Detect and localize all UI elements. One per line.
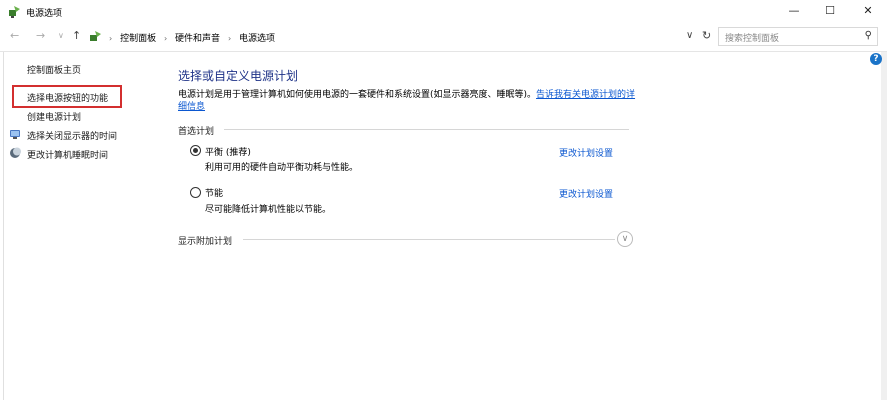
breadcrumb: › 控制面板 › 硬件和声音 › 电源选项 — [104, 31, 275, 44]
power-options-icon — [9, 6, 20, 18]
description-text: 电源计划是用于管理计算机如何使用电源的一套硬件和系统设置(如显示器亮度、睡眠等)… — [178, 90, 537, 100]
sidebar-item-home[interactable]: 控制面板主页 — [27, 63, 81, 76]
divider — [224, 129, 629, 130]
pane-border — [3, 52, 4, 400]
minimize-button[interactable]: — — [775, 0, 813, 24]
breadcrumb-control-panel[interactable]: 控制面板 — [120, 34, 156, 44]
scrollbar[interactable] — [881, 52, 887, 400]
chevron-right-icon[interactable]: › — [164, 34, 167, 43]
title-bar: 电源选项 — ☐ ✕ — [0, 0, 887, 24]
change-plan-settings-link[interactable]: 更改计划设置 — [559, 187, 613, 200]
plan-desc-power-saver: 尽可能降低计算机性能以节能。 — [205, 205, 332, 215]
page-description: 电源计划是用于管理计算机如何使用电源的一套硬件和系统设置(如显示器亮度、睡眠等)… — [178, 89, 638, 113]
divider — [0, 51, 887, 52]
sidebar-item-create-plan[interactable]: 创建电源计划 — [27, 110, 81, 123]
search-input[interactable]: 搜索控制面板 ⚲ — [718, 27, 878, 46]
recent-locations-chevron-icon[interactable]: ∨ — [58, 31, 64, 40]
chevron-right-icon[interactable]: › — [228, 34, 231, 43]
chevron-right-icon: › — [109, 34, 113, 43]
page-title: 选择或自定义电源计划 — [178, 69, 299, 83]
up-arrow-icon[interactable]: ↑ — [72, 29, 81, 42]
breadcrumb-power-options[interactable]: 电源选项 — [239, 34, 275, 44]
plan-radio-power-saver[interactable] — [190, 187, 201, 198]
monitor-icon — [10, 130, 20, 139]
moon-icon — [10, 147, 21, 158]
refresh-icon[interactable]: ↻ — [702, 29, 711, 42]
show-additional-plans-header[interactable]: 显示附加计划 — [178, 234, 232, 247]
forward-arrow-icon[interactable]: → — [36, 29, 45, 42]
address-dropdown-chevron-icon[interactable]: ∨ — [686, 30, 693, 41]
back-arrow-icon[interactable]: ← — [10, 29, 19, 42]
close-button[interactable]: ✕ — [849, 0, 887, 24]
maximize-button[interactable]: ☐ — [811, 0, 849, 24]
expand-chevron-icon[interactable]: ∨ — [617, 231, 633, 247]
divider — [243, 239, 615, 240]
control-panel-icon — [90, 31, 101, 41]
sidebar-item-sleep-time[interactable]: 更改计算机睡眠时间 — [27, 148, 108, 161]
plan-desc-balanced: 利用可用的硬件自动平衡功耗与性能。 — [205, 163, 359, 173]
breadcrumb-hardware-sound[interactable]: 硬件和声音 — [175, 34, 220, 44]
search-icon[interactable]: ⚲ — [865, 30, 872, 41]
sidebar-item-display-off[interactable]: 选择关闭显示器的时间 — [27, 129, 117, 142]
plan-name-balanced[interactable]: 平衡 (推荐) — [205, 145, 251, 158]
sidebar-item-power-buttons[interactable]: 选择电源按钮的功能 — [27, 91, 108, 104]
change-plan-settings-link[interactable]: 更改计划设置 — [559, 146, 613, 159]
plan-name-power-saver[interactable]: 节能 — [205, 186, 223, 199]
plan-radio-balanced[interactable] — [190, 145, 201, 156]
window-title: 电源选项 — [26, 9, 63, 19]
search-placeholder: 搜索控制面板 — [725, 34, 780, 44]
help-icon[interactable]: ? — [870, 53, 882, 65]
preferred-plans-header: 首选计划 — [178, 127, 215, 137]
radio-selected-dot — [193, 148, 198, 153]
